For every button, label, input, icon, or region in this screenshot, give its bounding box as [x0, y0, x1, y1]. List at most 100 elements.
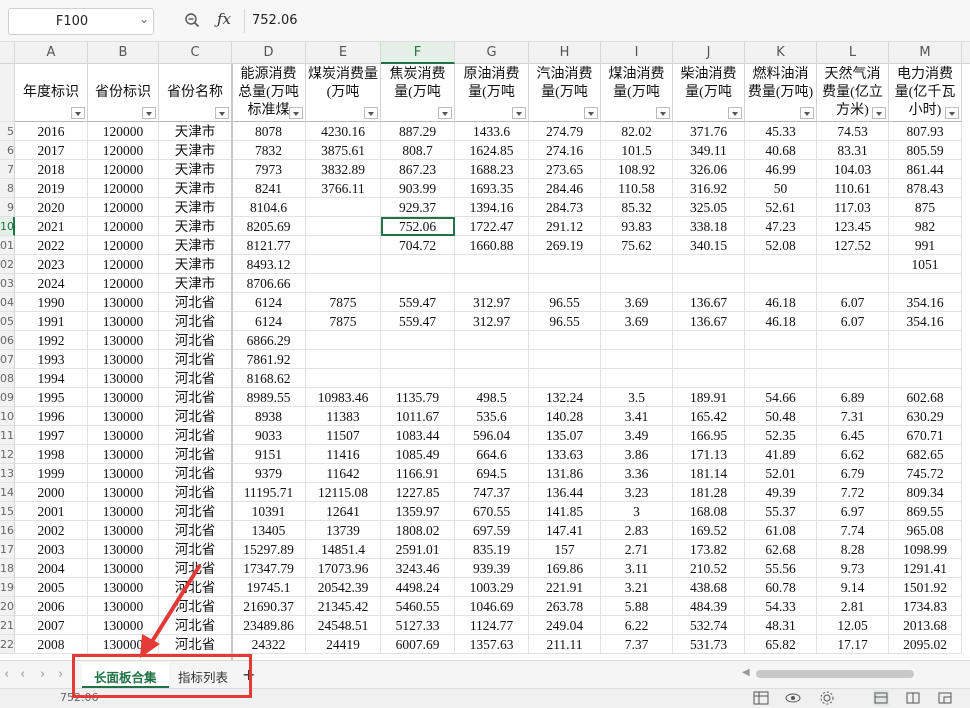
table-cell[interactable]: 249.04	[529, 616, 601, 635]
table-cell[interactable]	[673, 369, 745, 388]
table-cell[interactable]: 24548.51	[306, 616, 381, 635]
table-cell[interactable]: 天津市	[159, 122, 232, 141]
table-cell[interactable]	[817, 331, 889, 350]
table-cell[interactable]: 14851.4	[306, 540, 381, 559]
table-cell[interactable]: 8104.6	[232, 198, 306, 217]
table-cell[interactable]: 96.55	[529, 293, 601, 312]
table-cell[interactable]: 天津市	[159, 179, 232, 198]
table-cell[interactable]: 2016	[15, 122, 88, 141]
column-letter-d[interactable]: D	[232, 42, 306, 64]
table-cell[interactable]: 93.83	[601, 217, 673, 236]
table-cell[interactable]: 189.91	[673, 388, 745, 407]
table-cell[interactable]: 3.86	[601, 445, 673, 464]
row-number[interactable]: 11	[0, 426, 15, 445]
table-cell[interactable]: 河北省	[159, 502, 232, 521]
zoom-out-icon[interactable]	[184, 12, 200, 28]
row-number[interactable]: 14	[0, 483, 15, 502]
table-cell[interactable]: 52.01	[745, 464, 817, 483]
table-cell[interactable]: 9151	[232, 445, 306, 464]
table-cell[interactable]: 6.62	[817, 445, 889, 464]
table-cell[interactable]: 2021	[15, 217, 88, 236]
table-cell[interactable]: 48.31	[745, 616, 817, 635]
row-number[interactable]: 03	[0, 274, 15, 293]
table-cell[interactable]	[673, 350, 745, 369]
table-cell[interactable]: 7973	[232, 160, 306, 179]
table-cell[interactable]: 991	[889, 236, 962, 255]
table-cell[interactable]: 1357.63	[455, 635, 529, 654]
table-cell[interactable]	[817, 369, 889, 388]
table-cell[interactable]: 2023	[15, 255, 88, 274]
table-cell[interactable]	[745, 369, 817, 388]
table-cell[interactable]: 2018	[15, 160, 88, 179]
field-header[interactable]: 汽油消费量(万吨	[529, 64, 601, 122]
row-number[interactable]: 17	[0, 540, 15, 559]
table-cell[interactable]: 120000	[88, 217, 159, 236]
table-cell[interactable]: 354.16	[889, 312, 962, 331]
table-cell[interactable]: 3243.46	[381, 559, 455, 578]
table-cell[interactable]: 11507	[306, 426, 381, 445]
table-cell[interactable]: 17.17	[817, 635, 889, 654]
table-cell[interactable]: 10391	[232, 502, 306, 521]
table-cell[interactable]: 903.99	[381, 179, 455, 198]
table-cell[interactable]: 61.08	[745, 521, 817, 540]
table-cell[interactable]: 3.23	[601, 483, 673, 502]
column-letter-e[interactable]: E	[306, 42, 381, 64]
table-cell[interactable]: 130000	[88, 483, 159, 502]
table-cell[interactable]: 13739	[306, 521, 381, 540]
table-cell[interactable]: 天津市	[159, 255, 232, 274]
table-cell[interactable]: 46.99	[745, 160, 817, 179]
table-cell[interactable]: 75.62	[601, 236, 673, 255]
table-cell[interactable]	[745, 255, 817, 274]
table-cell[interactable]: 天津市	[159, 274, 232, 293]
table-cell[interactable]	[306, 331, 381, 350]
table-cell[interactable]	[306, 369, 381, 388]
table-cell[interactable]: 54.33	[745, 597, 817, 616]
table-cell[interactable]: 7861.92	[232, 350, 306, 369]
table-cell[interactable]: 1722.47	[455, 217, 529, 236]
column-letter-b[interactable]: B	[88, 42, 159, 64]
table-cell[interactable]: 181.28	[673, 483, 745, 502]
table-cell[interactable]: 135.07	[529, 426, 601, 445]
table-cell[interactable]: 120000	[88, 160, 159, 179]
table-cell[interactable]: 130000	[88, 426, 159, 445]
table-cell[interactable]: 312.97	[455, 293, 529, 312]
table-cell[interactable]: 664.6	[455, 445, 529, 464]
table-cell[interactable]: 130000	[88, 445, 159, 464]
field-header[interactable]: 柴油消费量(万吨	[673, 64, 745, 122]
table-cell[interactable]: 1227.85	[381, 483, 455, 502]
table-cell[interactable]: 263.78	[529, 597, 601, 616]
table-cell[interactable]: 55.56	[745, 559, 817, 578]
table-cell[interactable]: 2095.02	[889, 635, 962, 654]
table-cell[interactable]: 河北省	[159, 521, 232, 540]
table-cell[interactable]: 130000	[88, 331, 159, 350]
table-cell[interactable]: 3.49	[601, 426, 673, 445]
horizontal-scrollbar[interactable]: ◀	[742, 667, 964, 681]
row-number[interactable]: 18	[0, 559, 15, 578]
column-letter-k[interactable]: K	[745, 42, 817, 64]
table-cell[interactable]: 50.48	[745, 407, 817, 426]
table-cell[interactable]	[889, 369, 962, 388]
table-cell[interactable]	[601, 331, 673, 350]
table-cell[interactable]: 1990	[15, 293, 88, 312]
table-cell[interactable]: 2.81	[817, 597, 889, 616]
table-cell[interactable]: 5.88	[601, 597, 673, 616]
table-cell[interactable]: 4230.16	[306, 122, 381, 141]
settings-icon[interactable]	[818, 690, 836, 706]
filter-dropdown-icon[interactable]	[728, 107, 742, 119]
table-cell[interactable]	[529, 255, 601, 274]
table-cell[interactable]: 130000	[88, 312, 159, 331]
table-cell[interactable]: 136.67	[673, 312, 745, 331]
next-sheet-icon[interactable]: ›	[40, 667, 45, 682]
table-cell[interactable]: 11195.71	[232, 483, 306, 502]
table-cell[interactable]: 136.67	[673, 293, 745, 312]
filter-dropdown-icon[interactable]	[584, 107, 598, 119]
table-cell[interactable]: 173.82	[673, 540, 745, 559]
table-cell[interactable]: 130000	[88, 464, 159, 483]
table-cell[interactable]: 1394.16	[455, 198, 529, 217]
table-cell[interactable]	[817, 274, 889, 293]
row-number[interactable]: 100	[0, 217, 15, 236]
table-cell[interactable]	[306, 350, 381, 369]
row-number[interactable]: 13	[0, 464, 15, 483]
table-cell[interactable]: 867.23	[381, 160, 455, 179]
table-cell[interactable]: 河北省	[159, 483, 232, 502]
